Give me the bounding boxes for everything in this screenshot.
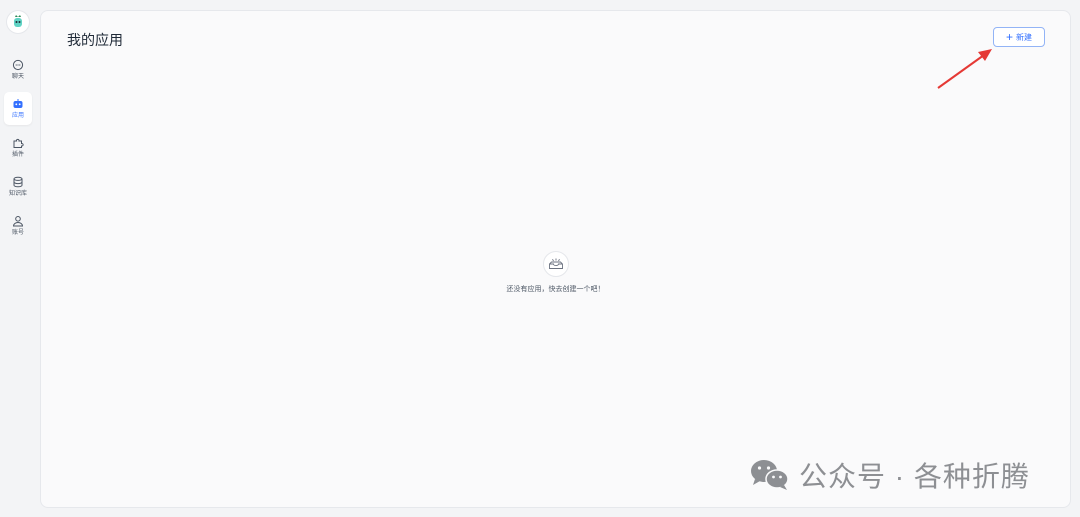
app-logo-icon[interactable] (7, 11, 29, 33)
chat-icon (12, 59, 24, 70)
puzzle-icon (13, 138, 24, 148)
sidebar-item-chat[interactable]: 聊天 (4, 53, 32, 86)
sidebar: 聊天 应用 插件 知识库 账号 (0, 0, 36, 517)
sidebar-item-knowledge-base[interactable]: 知识库 (4, 170, 32, 203)
database-icon (13, 176, 23, 187)
watermark: 公众号 · 各种折腾 (749, 455, 1030, 495)
sidebar-item-label: 插件 (11, 151, 24, 158)
sidebar-item-label: 聊天 (11, 73, 24, 80)
user-icon (12, 215, 24, 226)
sidebar-item-label: 应用 (11, 112, 24, 119)
page-title: 我的应用 (67, 32, 123, 48)
empty-state-text: 还没有应用，快去创建一个吧！ (506, 286, 605, 293)
new-app-button[interactable]: + 新建 (993, 27, 1045, 47)
sidebar-item-account[interactable]: 账号 (4, 209, 32, 242)
empty-state: 还没有应用，快去创建一个吧！ (41, 251, 1070, 294)
sidebar-item-label: 账号 (11, 229, 24, 236)
sidebar-nav: 聊天 应用 插件 知识库 账号 (4, 53, 32, 242)
empty-box-icon (542, 251, 569, 277)
sidebar-item-apps[interactable]: 应用 (4, 92, 32, 125)
watermark-text: 公众号 · 各种折腾 (799, 461, 1030, 492)
sidebar-item-plugins[interactable]: 插件 (4, 131, 32, 164)
sidebar-item-label: 知识库 (8, 190, 27, 197)
main-panel: 我的应用 + 新建 还没有应用，快去创建一个吧！ (40, 10, 1071, 508)
plus-icon: + (1005, 30, 1013, 44)
wechat-icon (751, 460, 789, 490)
robot-icon (13, 98, 23, 108)
new-app-button-label: 新建 (1016, 32, 1032, 42)
